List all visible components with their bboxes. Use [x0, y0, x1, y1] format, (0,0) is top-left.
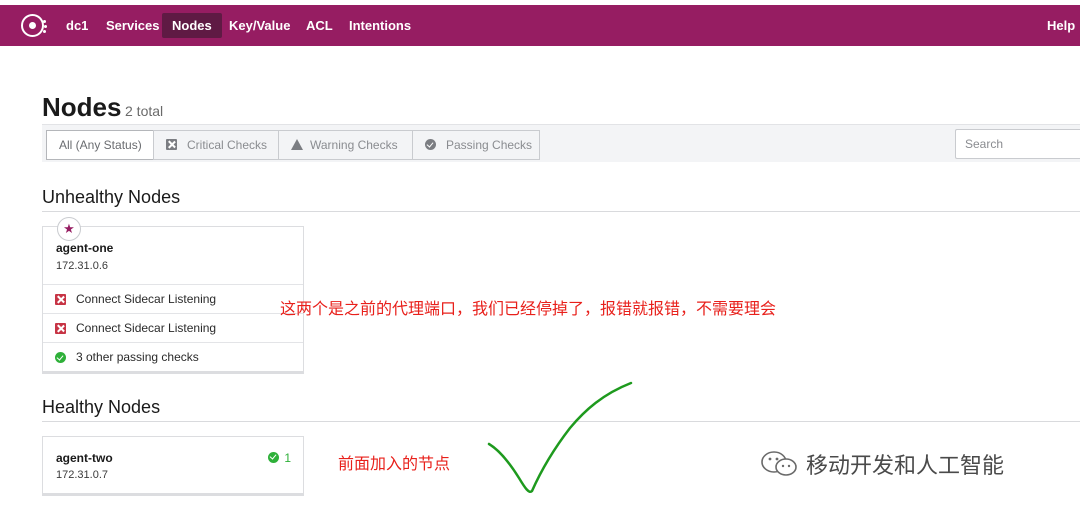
unhealthy-nodes-heading: Unhealthy Nodes	[42, 187, 181, 207]
nav-services[interactable]: Services	[96, 13, 170, 38]
top-nav: dc1 Services Nodes Key/Value ACL Intenti…	[0, 5, 1080, 46]
nav-help[interactable]: Help	[1037, 13, 1080, 38]
check-name: Connect Sidecar Listening	[76, 292, 217, 306]
node-name[interactable]: agent-one	[56, 241, 113, 255]
filter-critical-label: Critical Checks	[187, 138, 268, 152]
watermark: 移动开发和人工智能	[760, 448, 1004, 480]
filter-all-button[interactable]: All (Any Status)	[46, 130, 154, 160]
critical-icon	[55, 294, 66, 305]
section-divider	[42, 211, 1080, 212]
filter-warning-button[interactable]: Warning Checks	[278, 130, 413, 160]
filter-all-label: All (Any Status)	[59, 138, 142, 152]
filter-bar: All (Any Status) Critical Checks Warning…	[42, 124, 1080, 162]
nav-key-value[interactable]: Key/Value	[219, 13, 300, 38]
search-input[interactable]	[955, 129, 1080, 159]
passing-icon	[425, 139, 436, 150]
node-card-agent-one[interactable]: ★ agent-one 172.31.0.6 Connect Sidecar L…	[42, 217, 304, 374]
check-row-passing[interactable]: 3 other passing checks	[43, 342, 303, 371]
filter-passing-label: Passing Checks	[446, 138, 533, 152]
healthy-nodes-heading: Healthy Nodes	[42, 397, 161, 417]
datacenter-selector[interactable]: dc1	[56, 13, 98, 38]
filter-passing-button[interactable]: Passing Checks	[412, 130, 540, 160]
passing-icon	[268, 452, 280, 463]
annotation-note: 这两个是之前的代理端口，我们已经停掉了，报错就报错，不需要理会	[280, 299, 777, 318]
critical-icon	[166, 139, 177, 150]
consul-logo-icon[interactable]	[21, 14, 47, 37]
warning-icon	[291, 139, 303, 150]
page-title: Nodes	[42, 92, 122, 122]
check-row-critical[interactable]: Connect Sidecar Listening	[43, 313, 303, 342]
nav-intentions[interactable]: Intentions	[339, 13, 421, 38]
watermark-text: 移动开发和人工智能	[806, 454, 1005, 479]
filter-warning-label: Warning Checks	[310, 138, 398, 152]
node-ip: 172.31.0.6	[56, 260, 108, 272]
annotation-note: 前面加入的节点	[338, 454, 451, 473]
leader-star-icon: ★	[57, 217, 81, 241]
check-row-critical[interactable]: Connect Sidecar Listening	[43, 284, 303, 313]
filter-critical-button[interactable]: Critical Checks	[153, 130, 279, 160]
handwritten-checkmark-icon	[487, 381, 633, 493]
passing-count: 1	[284, 451, 291, 465]
check-name: Connect Sidecar Listening	[76, 321, 217, 335]
nav-acl[interactable]: ACL	[296, 13, 343, 38]
wechat-icon	[761, 451, 797, 476]
node-name[interactable]: agent-two	[56, 451, 113, 465]
node-ip: 172.31.0.7	[56, 469, 108, 481]
critical-icon	[55, 323, 66, 334]
nav-nodes[interactable]: Nodes	[162, 13, 222, 38]
check-name: 3 other passing checks	[76, 350, 199, 364]
node-count: 2 total	[125, 103, 164, 119]
passing-count-badge: 1	[268, 451, 291, 465]
passing-icon	[55, 352, 66, 363]
node-card-agent-two[interactable]: agent-two 172.31.0.7 1	[42, 436, 304, 496]
